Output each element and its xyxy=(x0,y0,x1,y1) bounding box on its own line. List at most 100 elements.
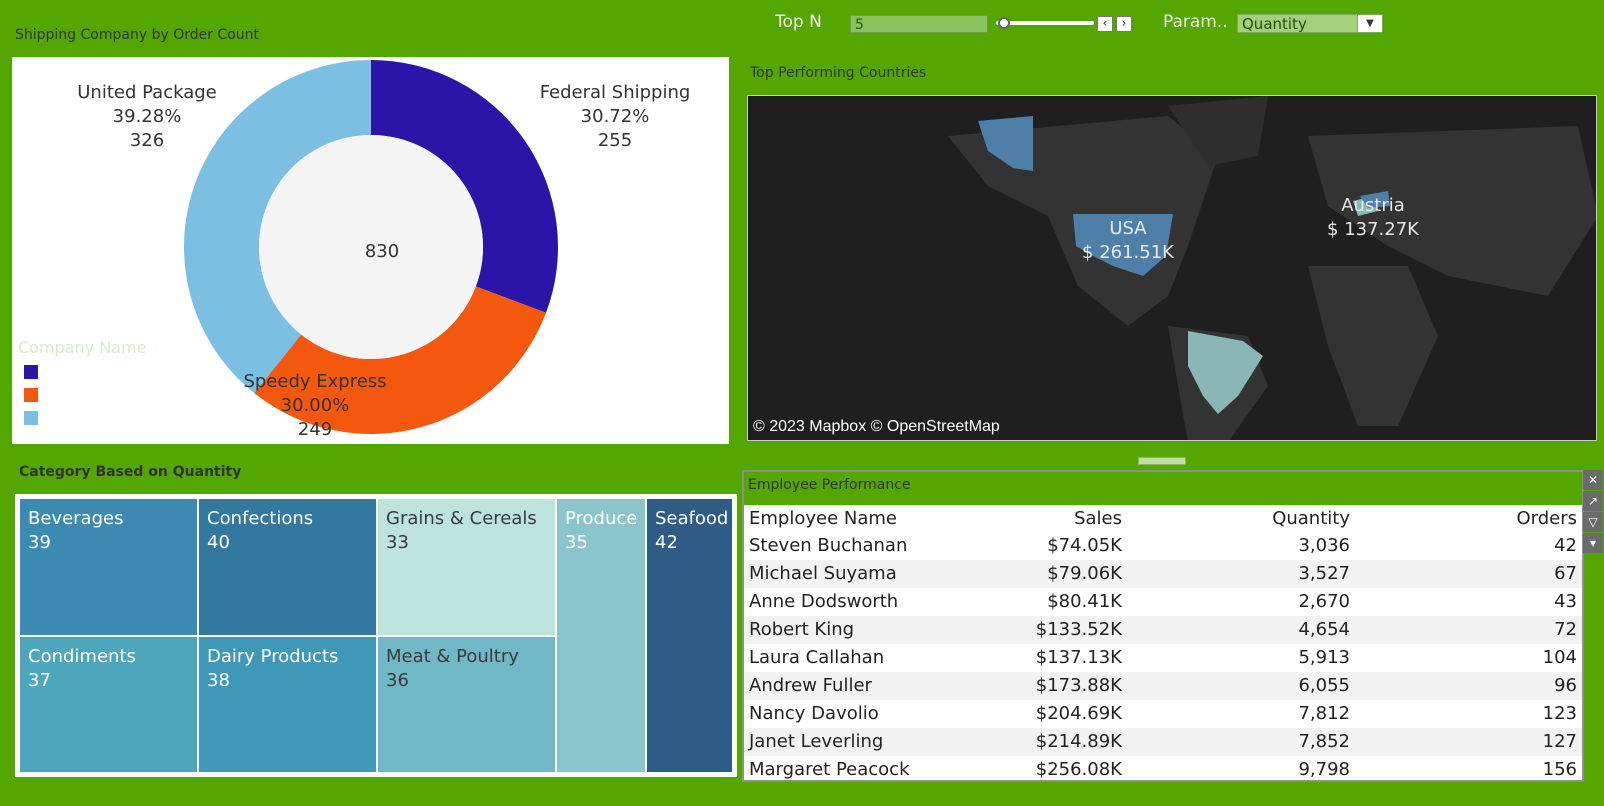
cell-sales: $214.89K xyxy=(1035,731,1122,752)
header-employee-name[interactable]: Employee Name xyxy=(749,505,897,533)
countries-map[interactable]: USA $ 261.51K Austria $ 137.27K © 2023 M… xyxy=(747,95,1597,441)
topn-input[interactable]: 5 xyxy=(850,15,988,33)
table-row[interactable]: Robert King $133.52K 4,654 72 xyxy=(744,616,1582,644)
param-dropdown[interactable]: Quantity ▼ xyxy=(1237,14,1383,33)
country-value: $ 261.51K xyxy=(1082,242,1174,263)
header-quantity[interactable]: Quantity xyxy=(1144,505,1350,533)
chevron-right-icon: › xyxy=(1121,16,1127,30)
table-row[interactable]: Michael Suyama $79.06K 3,527 67 xyxy=(744,560,1582,588)
legend-title: Company Name xyxy=(18,338,147,357)
segment-count: 249 xyxy=(297,419,333,440)
more-options-icon[interactable]: ▾ xyxy=(1583,533,1603,553)
donut-label-united-package: United Package 39.28% 326 xyxy=(67,81,227,153)
topn-slider-track[interactable] xyxy=(996,21,1094,25)
table-row[interactable]: Janet Leverling $214.89K 7,852 127 xyxy=(744,728,1582,756)
topn-label: Top N xyxy=(775,12,822,32)
table-row[interactable]: Anne Dodsworth $80.41K 2,670 43 xyxy=(744,588,1582,616)
cell-quantity: 6,055 xyxy=(1298,675,1350,696)
table-row[interactable]: Andrew Fuller $173.88K 6,055 96 xyxy=(744,672,1582,700)
treemap-cell[interactable]: Confections 40 xyxy=(198,498,377,636)
country-name: Austria xyxy=(1341,195,1405,216)
treemap-cell-name: Beverages xyxy=(28,508,124,529)
topn-increment-button[interactable]: › xyxy=(1116,16,1132,32)
popout-icon[interactable]: ↗ xyxy=(1583,491,1603,511)
treemap-cell[interactable]: Meat & Poultry 36 xyxy=(377,636,556,773)
legend-swatch-federal-shipping[interactable] xyxy=(24,365,38,379)
table-row[interactable]: Steven Buchanan $74.05K 3,036 42 xyxy=(744,532,1582,560)
map-attribution[interactable]: © 2023 Mapbox © OpenStreetMap xyxy=(753,418,1000,436)
treemap-cell-value: 42 xyxy=(655,532,678,553)
cell-orders: 123 xyxy=(1542,703,1577,724)
cell-sales: $256.08K xyxy=(1035,759,1122,780)
cell-orders: 72 xyxy=(1554,619,1577,640)
cell-employee-name: Anne Dodsworth xyxy=(749,591,899,612)
legend-swatch-united-package[interactable] xyxy=(24,411,38,425)
cell-employee-name: Nancy Davolio xyxy=(749,703,879,724)
cell-quantity: 4,654 xyxy=(1298,619,1350,640)
treemap-cell[interactable]: Condiments 37 xyxy=(19,636,198,773)
param-label: Param.. xyxy=(1163,12,1228,32)
treemap-cell-value: 33 xyxy=(386,532,409,553)
treemap-cell-value: 36 xyxy=(386,670,409,691)
cell-sales: $80.41K xyxy=(1047,591,1122,612)
cell-orders: 67 xyxy=(1554,563,1577,584)
cell-sales: $137.13K xyxy=(1035,647,1122,668)
treemap-cell-value: 38 xyxy=(207,670,230,691)
segment-pct: 30.00% xyxy=(280,395,350,416)
segment-count: 326 xyxy=(129,130,165,151)
treemap-cell-name: Condiments xyxy=(28,646,136,667)
treemap-cell[interactable]: Produce 35 xyxy=(556,498,646,773)
cell-employee-name: Laura Callahan xyxy=(749,647,885,668)
chevron-down-icon[interactable]: ▼ xyxy=(1357,15,1382,32)
chevron-left-icon: ‹ xyxy=(1102,16,1108,30)
treemap-cell-name: Produce xyxy=(565,508,638,529)
donut-label-speedy-express: Speedy Express 30.00% 249 xyxy=(230,370,400,442)
legend-swatch-speedy-express[interactable] xyxy=(24,388,38,402)
treemap-cell-value: 37 xyxy=(28,670,51,691)
treemap-cell-name: Grains & Cereals xyxy=(386,508,537,529)
africa-shape xyxy=(1308,266,1438,426)
cell-employee-name: Janet Leverling xyxy=(749,731,884,752)
cell-orders: 104 xyxy=(1542,647,1577,668)
treemap-cell[interactable]: Seafood 42 xyxy=(646,498,733,773)
segment-pct: 30.72% xyxy=(580,106,650,127)
segment-count: 255 xyxy=(597,130,633,151)
cell-quantity: 3,527 xyxy=(1298,563,1350,584)
treemap-cell[interactable]: Dairy Products 38 xyxy=(198,636,377,773)
treemap-cell-value: 35 xyxy=(565,532,588,553)
cell-orders: 96 xyxy=(1554,675,1577,696)
cell-quantity: 9,798 xyxy=(1298,759,1350,780)
country-value: $ 137.27K xyxy=(1327,219,1419,240)
map-label-austria: Austria $ 137.27K xyxy=(1318,194,1428,242)
treemap-cell-value: 40 xyxy=(207,532,230,553)
close-icon[interactable]: ✕ xyxy=(1583,470,1603,490)
header-orders[interactable]: Orders xyxy=(1364,505,1577,533)
topn-decrement-button[interactable]: ‹ xyxy=(1097,16,1113,32)
cell-employee-name: Michael Suyama xyxy=(749,563,897,584)
category-treemap: Beverages 39 Confections 40 Grains & Cereals… xyxy=(15,494,737,777)
cell-quantity: 3,036 xyxy=(1298,535,1350,556)
header-sales[interactable]: Sales xyxy=(924,505,1122,533)
map-title: Top Performing Countries xyxy=(750,65,927,81)
table-row[interactable]: Margaret Peacock $256.08K 9,798 156 xyxy=(744,756,1582,784)
cell-employee-name: Robert King xyxy=(749,619,855,640)
table-row[interactable]: Nancy Davolio $204.69K 7,812 123 xyxy=(744,700,1582,728)
segment-name: Speedy Express xyxy=(243,371,387,392)
segment-name: United Package xyxy=(77,82,217,103)
treemap-cell[interactable]: Beverages 39 xyxy=(19,498,198,636)
country-name: USA xyxy=(1109,218,1147,239)
table-row[interactable]: Laura Callahan $137.13K 5,913 104 xyxy=(744,644,1582,672)
cell-employee-name: Margaret Peacock xyxy=(749,759,910,780)
cell-sales: $133.52K xyxy=(1035,619,1122,640)
cell-quantity: 7,852 xyxy=(1298,731,1350,752)
donut-center-total: 830 xyxy=(364,241,400,262)
treemap-cell[interactable]: Grains & Cereals 33 xyxy=(377,498,556,636)
cell-sales: $79.06K xyxy=(1047,563,1122,584)
panel-resize-handle[interactable] xyxy=(1138,457,1186,465)
filter-icon[interactable]: ▽ xyxy=(1583,512,1603,532)
treemap-cell-name: Confections xyxy=(207,508,314,529)
topn-slider-handle[interactable] xyxy=(998,17,1010,29)
cell-sales: $74.05K xyxy=(1047,535,1122,556)
map-label-usa: USA $ 261.51K xyxy=(1068,217,1188,265)
cell-sales: $173.88K xyxy=(1035,675,1122,696)
